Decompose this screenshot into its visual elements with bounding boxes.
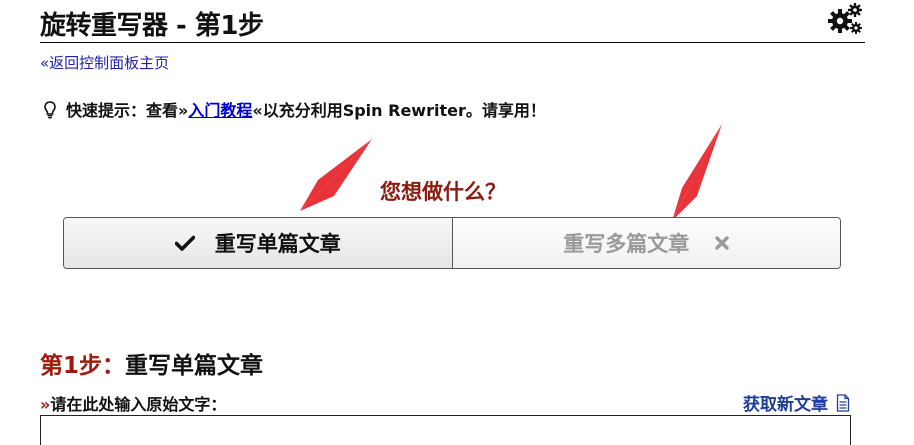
close-icon <box>715 236 729 250</box>
label-text: 请在此处输入原始文字： <box>50 395 227 414</box>
quick-tip: 快速提示：查看»入门教程«以充分利用Spin Rewriter。请享用！ <box>44 97 546 121</box>
rewrite-multiple-articles-button[interactable]: 重写多篇文章 <box>452 218 840 268</box>
step-heading: 第1步：重写单篇文章 <box>40 346 263 380</box>
tip-suffix: «以充分利用Spin Rewriter。请享用！ <box>252 101 546 120</box>
header: 旋转重写器 - 第1步 <box>40 0 865 43</box>
get-article-label: 获取新文章 <box>743 395 828 415</box>
page-title: 旋转重写器 - 第1步 <box>40 11 264 41</box>
label-marker: » <box>40 395 51 414</box>
tutorial-link[interactable]: 入门教程 <box>188 101 252 120</box>
step-number: 第1步： <box>40 353 126 379</box>
rewrite-single-label: 重写单篇文章 <box>214 232 341 256</box>
get-new-article-link[interactable]: 获取新文章 <box>743 390 850 415</box>
check-icon <box>174 235 195 251</box>
back-to-dashboard-link[interactable]: «返回控制面板主页 <box>40 52 169 73</box>
question-heading: 您想做什么？ <box>380 180 506 204</box>
tip-prefix: 快速提示：查看» <box>66 101 189 120</box>
lightbulb-icon <box>44 101 56 119</box>
page: 旋转重写器 - 第1步 «返回控制面板主页 快速提示：查看»入门教程«以充分利用… <box>0 0 914 445</box>
step-title: 重写单篇文章 <box>125 353 264 379</box>
gears-icon[interactable] <box>827 3 863 35</box>
rewrite-mode-toggle: 重写单篇文章 重写多篇文章 <box>63 217 841 269</box>
rewrite-multiple-label: 重写多篇文章 <box>563 232 690 256</box>
document-icon <box>836 393 850 412</box>
original-text-label: »请在此处输入原始文字： <box>40 391 226 415</box>
original-text-input[interactable] <box>40 415 851 445</box>
rewrite-single-article-button[interactable]: 重写单篇文章 <box>64 218 453 268</box>
